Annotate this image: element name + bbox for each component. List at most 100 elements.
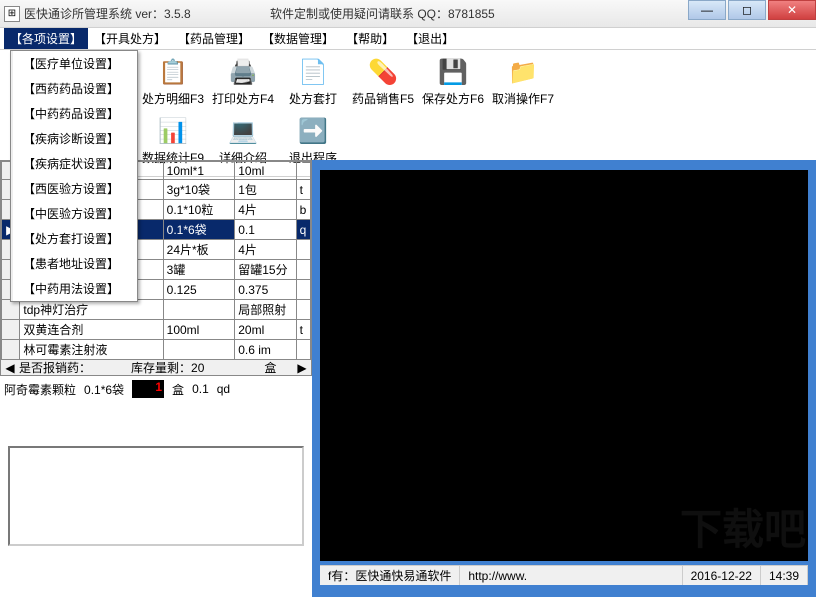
tool-label: 药品销售F5: [352, 90, 414, 107]
drug-spec: [163, 300, 235, 320]
tool-label: 打印处方F4: [212, 90, 274, 107]
stock-label: 库存量剩：20: [131, 359, 204, 376]
window-controls: — ◻ ✕: [686, 0, 816, 20]
menubar: 【各项设置】 【开具处方】 【药品管理】 【数据管理】 【帮助】 【退出】: [0, 28, 816, 50]
status-time: 14:39: [761, 566, 808, 585]
dropdown-western-rx[interactable]: 【西医验方设置】: [11, 176, 137, 201]
tool-icon: ➡️: [297, 115, 329, 147]
dropdown-chinese-drug[interactable]: 【中药药品设置】: [11, 101, 137, 126]
dropdown-symptoms[interactable]: 【疾病症状设置】: [11, 151, 137, 176]
info-drug: 阿奇霉素颗粒: [4, 381, 76, 398]
drug-name: tdp神灯治疗: [20, 300, 163, 320]
drug-qty: 1包: [235, 180, 296, 200]
tool-icon: 💾: [437, 56, 469, 88]
table-row[interactable]: 双黄连合剂100ml20mlt: [2, 320, 311, 340]
tool-label: 取消操作F7: [492, 90, 554, 107]
drug-qty: 4片: [235, 200, 296, 220]
drug-spec: 10ml*1: [163, 162, 235, 180]
drug-spec: 3罐: [163, 260, 235, 280]
tool-icon: 📁: [507, 56, 539, 88]
qq-contact: 软件定制或使用疑问请联系 QQ：8781855: [270, 5, 495, 22]
status-date: 2016-12-22: [683, 566, 761, 585]
tool-button[interactable]: 🖨️打印处方F4: [210, 54, 276, 109]
menu-drugs[interactable]: 【药品管理】: [172, 28, 256, 49]
menu-settings[interactable]: 【各项设置】: [4, 28, 88, 49]
drug-qty: 20ml: [235, 320, 296, 340]
tool-button[interactable]: 💾 保存处方F6: [420, 54, 486, 109]
drug-name: 双黄连合剂: [20, 320, 163, 340]
tool-icon: 📊: [157, 115, 189, 147]
minimize-button[interactable]: —: [688, 0, 726, 20]
drug-spec: 100ml: [163, 320, 235, 340]
tool-label: 保存处方F6: [422, 90, 484, 107]
preview-area: [320, 170, 808, 561]
row-marker: [2, 320, 20, 340]
titlebar: ⊞ 医快通诊所管理系统 ver：3.5.8 软件定制或使用疑问请联系 QQ：87…: [0, 0, 816, 28]
tool-button[interactable]: 📁 取消操作F7: [490, 54, 556, 109]
info-line: 阿奇霉素颗粒 0.1*6袋 1 盒 0.1 qd: [0, 376, 312, 402]
dropdown-chinese-rx[interactable]: 【中医验方设置】: [11, 201, 137, 226]
close-button[interactable]: ✕: [768, 0, 816, 20]
info-freq: qd: [217, 382, 230, 396]
dropdown-medical-unit[interactable]: 【医疗单位设置】: [11, 51, 137, 76]
info-dose: 0.1: [192, 382, 209, 396]
drug-spec: 3g*10袋: [163, 180, 235, 200]
drug-ext: t: [296, 320, 310, 340]
drug-name: 林可霉素注射液: [20, 340, 163, 360]
drug-qty: 0.1: [235, 220, 296, 240]
quantity-input[interactable]: 1: [132, 380, 164, 398]
menu-prescription[interactable]: 【开具处方】: [88, 28, 172, 49]
tool-label: 处方套打: [289, 90, 337, 107]
settings-dropdown: 【医疗单位设置】 【西药药品设置】 【中药药品设置】 【疾病诊断设置】 【疾病症…: [10, 50, 138, 302]
dropdown-patient-address[interactable]: 【患者地址设置】: [11, 251, 137, 276]
table-row[interactable]: tdp神灯治疗 局部照射: [2, 300, 311, 320]
table-row[interactable]: 林可霉素注射液 0.6 im: [2, 340, 311, 360]
drug-ext: [296, 240, 310, 260]
drug-spec: 0.1*10粒: [163, 200, 235, 220]
menu-exit[interactable]: 【退出】: [400, 28, 460, 49]
drug-qty: 0.6 im: [235, 340, 296, 360]
menu-help[interactable]: 【帮助】: [340, 28, 400, 49]
drug-ext: [296, 340, 310, 360]
drug-ext: [296, 162, 310, 180]
toolbar-row-1: 📋处方明细F3🖨️打印处方F4 📄 处方套打 💊 药品销售F5 💾 保存处方F6 📁 取消操作F…: [140, 54, 816, 109]
menu-data[interactable]: 【数据管理】: [256, 28, 340, 49]
drug-qty: 留罐15分: [235, 260, 296, 280]
tool-icon: 💻: [227, 115, 259, 147]
table-footer: ◀ 是否报销药： 库存量剩：20 盒 ▶: [0, 360, 312, 376]
dropdown-print-template[interactable]: 【处方套打设置】: [11, 226, 137, 251]
drug-spec: 0.125: [163, 280, 235, 300]
notes-textarea[interactable]: [8, 446, 304, 546]
drug-ext: [296, 280, 310, 300]
tool-icon: 📄: [297, 56, 329, 88]
drug-qty: 0.375: [235, 280, 296, 300]
drug-ext: [296, 260, 310, 280]
info-spec: 0.1*6袋: [84, 381, 124, 398]
tool-button[interactable]: 📄 处方套打: [280, 54, 346, 109]
drug-ext: q: [296, 220, 310, 240]
drug-spec: [163, 340, 235, 360]
maximize-button[interactable]: ◻: [728, 0, 766, 20]
tool-button[interactable]: 💊 药品销售F5: [350, 54, 416, 109]
info-unit: 盒: [172, 381, 184, 398]
drug-qty: 4片: [235, 240, 296, 260]
statusbar: f有：医快通快易通软件 http://www. 2016-12-22 14:39: [320, 565, 808, 585]
drug-ext: t: [296, 180, 310, 200]
app-title: 医快通诊所管理系统 ver：3.5.8: [24, 5, 191, 22]
tool-icon: 📋: [157, 56, 189, 88]
drug-spec: 24片*板: [163, 240, 235, 260]
drug-qty: 局部照射: [235, 300, 296, 320]
tool-button[interactable]: 📋处方明细F3: [140, 54, 206, 109]
right-panel: f有：医快通快易通软件 http://www. 2016-12-22 14:39…: [312, 160, 816, 597]
reimburse-label: 是否报销药：: [19, 359, 91, 376]
stock-unit: 盒: [264, 359, 276, 376]
tool-icon: 💊: [367, 56, 399, 88]
dropdown-diagnosis[interactable]: 【疾病诊断设置】: [11, 126, 137, 151]
row-marker: [2, 340, 20, 360]
app-icon: ⊞: [4, 6, 20, 22]
dropdown-chinese-usage[interactable]: 【中药用法设置】: [11, 276, 137, 301]
dropdown-western-drug[interactable]: 【西药药品设置】: [11, 76, 137, 101]
status-copyright: f有：医快通快易通软件: [320, 566, 460, 585]
drug-qty: 10ml: [235, 162, 296, 180]
drug-ext: [296, 300, 310, 320]
